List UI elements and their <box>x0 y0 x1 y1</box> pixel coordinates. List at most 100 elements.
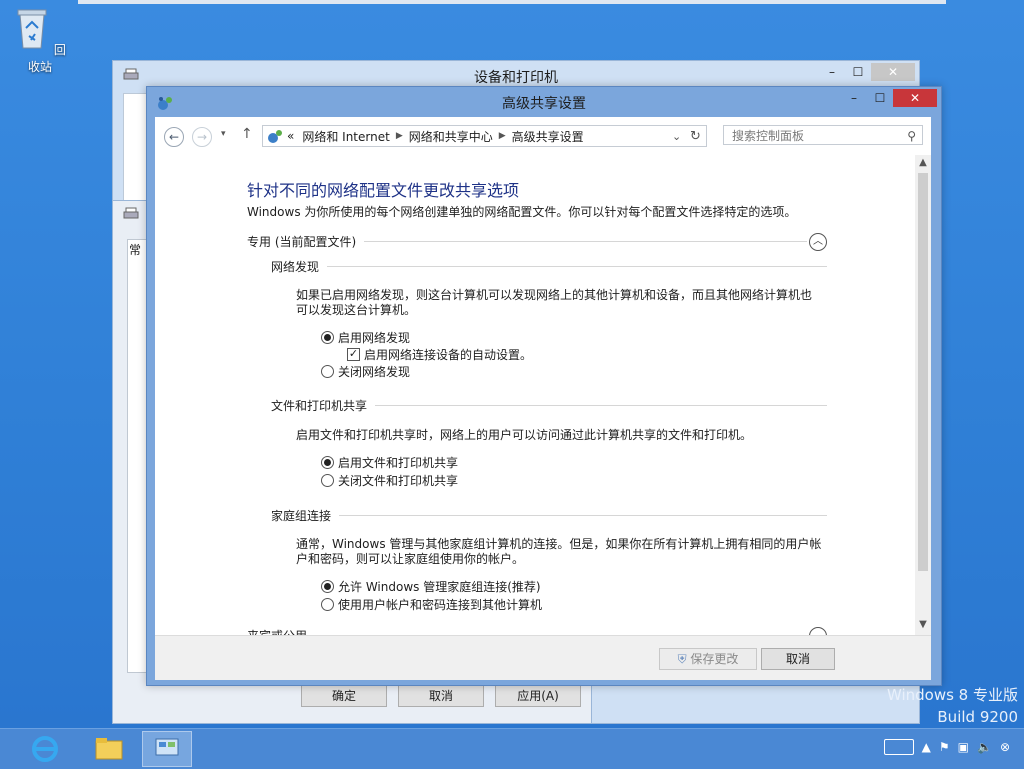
homegroup-description-line1: 通常，Windows 管理与其他家庭组计算机的连接。但是，如果你在所有计算机上拥… <box>296 537 822 551</box>
system-tray: ▲ ⚑ ▣ 🔈 ⊗ <box>883 739 1010 755</box>
discovery-description-line2: 可以发现这台计算机。 <box>296 303 417 317</box>
section-file-printer-sharing: 文件和打印机共享 <box>271 397 376 414</box>
network-status-icon[interactable]: ▣ <box>958 740 969 754</box>
checkmark-icon[interactable]: ✓ <box>347 348 360 361</box>
folder-icon <box>95 738 123 760</box>
radio-discovery-off[interactable]: 关闭网络发现 <box>321 363 410 380</box>
dialog-buttons: 确定 取消 应用(A) <box>301 685 581 707</box>
window-edge-remnant <box>78 0 946 4</box>
window-controls: – ☐ ✕ <box>819 63 915 81</box>
minimize-button[interactable]: – <box>841 89 867 107</box>
shutdown-icon[interactable]: ⊗ <box>1000 740 1010 754</box>
radio-selected-icon[interactable] <box>321 456 334 469</box>
volume-icon[interactable]: 🔈 <box>977 740 992 754</box>
shield-icon: ⛨ <box>677 652 687 666</box>
network-icon <box>268 130 282 143</box>
page-description: Windows 为你所使用的每个网络创建单独的网络配置文件。你可以针对每个配置文… <box>247 205 797 219</box>
search-input[interactable]: 搜索控制面板 ⚲ <box>723 125 923 145</box>
radio-discovery-on[interactable]: 启用网络发现 <box>321 329 410 346</box>
vertical-scrollbar[interactable]: ▲ ▼ <box>915 155 931 635</box>
breadcrumb-separator-icon[interactable]: ▶ <box>396 131 403 141</box>
radio-label: 关闭文件和打印机共享 <box>338 474 459 488</box>
search-placeholder: 搜索控制面板 <box>732 129 805 143</box>
window-controls: – ☐ ✕ <box>841 89 937 107</box>
apply-button[interactable]: 应用(A) <box>495 685 581 707</box>
close-button[interactable]: ✕ <box>893 89 937 107</box>
save-changes-button[interactable]: ⛨ 保存更改 <box>659 648 757 670</box>
action-center-icon[interactable]: ⚑ <box>939 740 950 754</box>
watermark-build: Build 9200 <box>937 708 1018 726</box>
show-hidden-icons-icon[interactable]: ▲ <box>922 740 931 754</box>
radio-selected-icon[interactable] <box>321 331 334 344</box>
window-title: 高级共享设置 <box>502 96 586 112</box>
taskbar-control-panel[interactable] <box>142 731 192 767</box>
printer-icon <box>123 207 139 219</box>
radio-unselected-icon[interactable] <box>321 474 334 487</box>
refresh-icon[interactable]: ↻ <box>690 129 701 144</box>
address-bar[interactable]: « 网络和 Internet ▶ 网络和共享中心 ▶ 高级共享设置 ⌄ ↻ <box>262 125 707 147</box>
breadcrumb-separator-icon[interactable]: ▶ <box>499 131 506 141</box>
taskbar: ▲ ⚑ ▣ 🔈 ⊗ <box>0 728 1024 769</box>
recycle-bin-shortcut[interactable]: 回收站 <box>14 6 66 75</box>
watermark-edition: Windows 8 专业版 <box>886 686 1018 704</box>
scroll-thumb[interactable] <box>918 173 928 571</box>
title-bar: 高级共享设置 – ☐ ✕ <box>147 87 941 117</box>
radio-unselected-icon[interactable] <box>321 365 334 378</box>
breadcrumb-overflow[interactable]: « <box>287 129 294 143</box>
radio-homegroup-allow[interactable]: 允许 Windows 管理家庭组连接(推荐) <box>321 578 541 595</box>
expand-icon[interactable] <box>809 627 827 635</box>
advanced-sharing-window: 高级共享设置 – ☐ ✕ ← → ▾ ↑ « 网络和 Internet ▶ 网络… <box>146 86 942 686</box>
discovery-description-line1: 如果已启用网络发现，则这台计算机可以发现网络上的其他计算机和设备，而且其他网络计… <box>296 288 813 302</box>
radio-label: 关闭网络发现 <box>338 365 411 379</box>
section-homegroup: 家庭组连接 <box>271 507 340 524</box>
up-arrow-icon[interactable]: ↑ <box>241 126 253 142</box>
radio-unselected-icon[interactable] <box>321 598 334 611</box>
radio-file-sharing-on[interactable]: 启用文件和打印机共享 <box>321 454 458 471</box>
search-icon[interactable]: ⚲ <box>907 126 916 146</box>
cancel-button[interactable]: 取消 <box>761 648 835 670</box>
homegroup-description-line2: 户和密码，则可以让家庭组使用你的帐户。 <box>296 552 525 566</box>
control-panel-icon <box>155 738 179 756</box>
internet-explorer-icon <box>32 736 58 762</box>
tab-general[interactable]: 常 <box>129 241 141 258</box>
save-changes-label: 保存更改 <box>690 652 739 666</box>
collapse-icon[interactable]: ︿ <box>809 233 827 251</box>
scroll-up-icon[interactable]: ▲ <box>915 157 931 168</box>
scroll-down-icon[interactable]: ▼ <box>915 619 931 630</box>
radio-label: 启用网络发现 <box>338 331 411 345</box>
ok-button[interactable]: 确定 <box>301 685 387 707</box>
touch-keyboard-icon[interactable] <box>883 739 914 755</box>
desktop: 回收站 设备和打印机 – ☐ ✕ 常 确定 取消 应用(A) 高级共享设置 – … <box>0 0 1024 728</box>
maximize-button[interactable]: ☐ <box>867 89 893 107</box>
page-title: 针对不同的网络配置文件更改共享选项 <box>247 181 520 200</box>
forward-button[interactable]: → <box>192 127 212 147</box>
file-sharing-description: 启用文件和打印机共享时，网络上的用户可以访问通过此计算机共享的文件和打印机。 <box>296 428 753 442</box>
chevron-down-icon[interactable]: ⌄ <box>672 130 681 143</box>
window-title: 设备和打印机 <box>474 70 558 86</box>
maximize-button[interactable]: ☐ <box>845 63 871 81</box>
breadcrumb-advanced-sharing[interactable]: 高级共享设置 <box>512 128 584 145</box>
radio-label: 启用文件和打印机共享 <box>338 456 459 470</box>
checkbox-auto-setup[interactable]: ✓ 启用网络连接设备的自动设置。 <box>347 346 532 363</box>
settings-content: 针对不同的网络配置文件更改共享选项 Windows 为你所使用的每个网络创建单独… <box>155 155 931 635</box>
radio-homegroup-user[interactable]: 使用用户帐户和密码连接到其他计算机 <box>321 596 542 613</box>
profile-label-guest-public[interactable]: 来宾或公用 <box>247 627 316 635</box>
radio-label: 使用用户帐户和密码连接到其他计算机 <box>338 598 543 612</box>
windows-edition-watermark: Windows 8 专业版 Build 9200 <box>887 684 1018 728</box>
taskbar-internet-explorer[interactable] <box>20 731 70 767</box>
recent-pages-dropdown-icon[interactable]: ▾ <box>221 129 226 139</box>
radio-file-sharing-off[interactable]: 关闭文件和打印机共享 <box>321 472 458 489</box>
breadcrumb-network-internet[interactable]: 网络和 Internet <box>302 128 389 145</box>
minimize-button[interactable]: – <box>819 63 845 81</box>
close-button[interactable]: ✕ <box>871 63 915 81</box>
profile-label-private[interactable]: 专用 (当前配置文件) <box>247 233 365 250</box>
divider <box>271 515 827 516</box>
divider <box>271 266 827 267</box>
breadcrumb-network-sharing-center[interactable]: 网络和共享中心 <box>409 128 493 145</box>
radio-selected-icon[interactable] <box>321 580 334 593</box>
checkbox-label: 启用网络连接设备的自动设置。 <box>364 348 533 362</box>
back-button[interactable]: ← <box>164 127 184 147</box>
action-bar: ⛨ 保存更改 取消 <box>155 635 931 680</box>
taskbar-file-explorer[interactable] <box>84 731 134 767</box>
cancel-button[interactable]: 取消 <box>398 685 484 707</box>
